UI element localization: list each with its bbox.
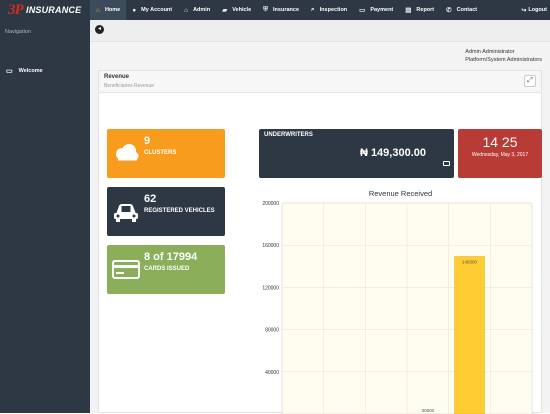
panel-title: Revenue [104,74,130,80]
sidebar-toggle-button[interactable]: ◂ [95,25,104,34]
car-icon [114,204,138,222]
y-tick-label: 120000 [262,285,279,291]
nav-item-insurance[interactable]: ⛨ Insurance [257,0,305,20]
clusters-label: CLUSTERS [144,150,177,156]
shield-icon: ⛨ [263,6,269,13]
data-label: 30600 [422,408,435,413]
brand-logo-mark: 3P [8,2,24,18]
lock-icon: ⌂ [184,6,189,14]
nav-item-label: Vehicle [232,7,252,13]
main-content: Admin Administrator Platform/System Admi… [90,42,550,414]
user-role: Platform/System Administrators [465,57,542,63]
nav-item-label: Payment [370,7,394,13]
main-menu: ⌂ Home ● My Account ⌂ Admin ▰ Vehicle ⛨ … [90,0,483,20]
search-icon: ⌕ [311,6,315,13]
nav-item-contact[interactable]: ✆ Contact [440,0,483,20]
chart-title: Revenue Received [368,189,433,198]
chart-bar [454,256,485,414]
revenue-panel: Revenue Beneficiaries Revenue ⤢ 9 CLUSTE… [98,70,542,414]
monitor-icon: ▭ [6,68,13,75]
nav-item-label: Home [104,7,121,13]
cards-label: CARDS ISSUED [144,266,190,272]
sub-toolbar: ◂ [90,20,550,42]
underwriters-title: UNDERWRITERS [264,132,313,138]
sidebar-item-welcome[interactable]: ▭ Welcome [0,62,90,80]
phone-icon: ✆ [446,7,452,14]
file-icon: ▤ [405,7,412,14]
nav-item-label: Insurance [273,7,300,13]
logout-icon: ↪ [521,7,527,14]
cloud-icon [116,144,139,161]
nav-item-label: Admin [193,7,211,13]
underwriters-box[interactable]: UNDERWRITERS ₦ 149,300.00 [259,129,454,178]
nav-item-admin[interactable]: ⌂ Admin [178,0,216,20]
current-date: Wednesday, May 3, 2017 [471,152,529,158]
nav-item-payment[interactable]: ▭ Payment [353,0,399,20]
credit-card-icon: ▭ [359,7,366,14]
panel-header: Revenue Beneficiaries Revenue ⤢ [99,71,541,93]
nav-item-label: Contact [456,7,478,13]
car-icon: ▰ [222,7,228,14]
nav-item-vehicle[interactable]: ▰ Vehicle [216,0,257,20]
arrow-left-icon: ◂ [97,26,101,32]
nav-item-home[interactable]: ⌂ Home [90,0,127,20]
registered-vehicles-tile[interactable]: 62 REGISTERED VEHICLES [107,187,225,236]
y-tick-label: 200000 [262,201,279,207]
logout-link[interactable]: ↪ Logout [521,0,547,20]
vehicles-label: REGISTERED VEHICLES [144,208,215,214]
user-icon: ● [132,6,137,14]
y-tick-label: 160000 [262,243,279,249]
revenue-chart: 200000 160000 120000 80000 40000 30600 149300 [262,201,533,414]
panel-subtitle: Beneficiaries Revenue [104,83,155,89]
clusters-tile[interactable]: 9 CLUSTERS [107,129,225,178]
y-tick-label: 40000 [265,370,279,376]
brand-logo-word: INSURANCE [26,5,82,15]
clusters-count: 9 [144,135,151,147]
sidebar: Navigation ▭ Welcome [0,20,90,413]
y-tick-label: 80000 [265,328,279,334]
nav-item-label: Report [416,7,435,13]
top-navigation-bar: 3P INSURANCE ⌂ Home ● My Account ⌂ Admin… [0,0,550,20]
user-info: Admin Administrator Platform/System Admi… [465,48,542,64]
vehicles-count: 62 [144,193,157,205]
nav-item-label: Inspection [319,7,348,13]
sidebar-title: Navigation [5,29,31,35]
data-label: 149300 [462,259,478,264]
nav-item-report[interactable]: ▤ Report [399,0,440,20]
logout-label: Logout [528,7,547,13]
brand-logo[interactable]: 3P INSURANCE [0,0,90,20]
nav-item-inspection[interactable]: ⌕ Inspection [305,0,353,20]
money-icon [443,161,450,166]
credit-card-icon [112,260,140,279]
home-icon: ⌂ [96,6,100,14]
underwriters-amount: ₦ 149,300.00 [359,147,426,159]
cards-count: 8 of 17994 [144,251,198,263]
current-time: 14 25 [482,134,518,150]
cards-issued-tile[interactable]: 8 of 17994 CARDS ISSUED [107,245,225,294]
user-name: Admin Administrator [465,49,515,55]
nav-item-label: My Account [141,7,173,13]
expand-button[interactable]: ⤢ [524,75,536,87]
sidebar-item-label: Welcome [18,68,43,74]
expand-icon: ⤢ [527,77,533,84]
date-time-box: 14 25 Wednesday, May 3, 2017 [458,129,542,178]
nav-item-my-account[interactable]: ● My Account [126,0,178,20]
